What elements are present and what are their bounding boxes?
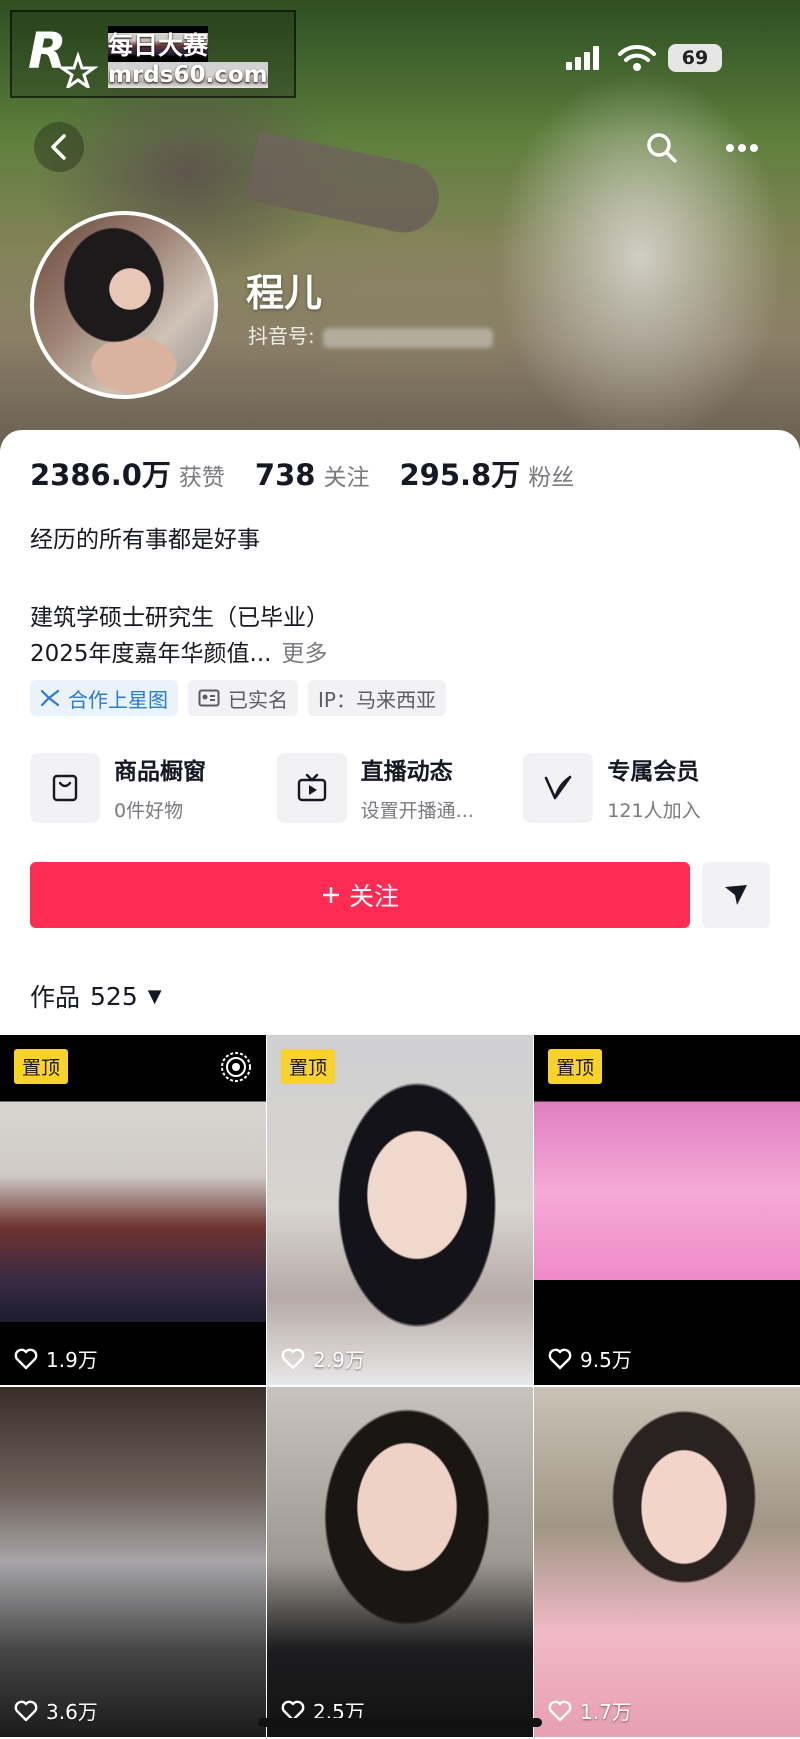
- feature-subtitle: 设置开播通...: [360, 800, 474, 822]
- watermark: R 每日大赛 mrds60.com: [10, 10, 296, 98]
- likes-count: 1.7万: [580, 1700, 632, 1724]
- stat-likes[interactable]: 2386.0万 获赞: [30, 452, 225, 494]
- likes: 1.9万: [14, 1344, 98, 1373]
- stat-value: 2386.0万: [30, 458, 171, 492]
- video-tile[interactable]: 置顶 2.9万: [267, 1035, 533, 1385]
- likes: 9.5万: [548, 1344, 632, 1373]
- video-tile[interactable]: 3.6万: [0, 1387, 266, 1737]
- tag-label: IP：马来西亚: [318, 687, 436, 712]
- stat-value: 295.8万: [399, 458, 521, 492]
- heart-outline-icon: [548, 1348, 572, 1369]
- caret-down-icon: ▼: [147, 985, 162, 1007]
- follow-label: 关注: [348, 882, 399, 911]
- stat-label: 关注: [323, 465, 370, 491]
- battery-indicator: 69: [668, 44, 722, 72]
- feature-title: 直播动态: [360, 759, 453, 785]
- tag-xingtu[interactable]: 合作上星图: [30, 680, 178, 716]
- works-tab[interactable]: 作品 525 ▼: [30, 978, 162, 1014]
- likes-count: 9.5万: [580, 1348, 632, 1372]
- plus-icon: [322, 887, 339, 903]
- pinned-badge: 置顶: [548, 1049, 603, 1084]
- more-dots-icon: [726, 144, 758, 152]
- douyin-id-label: 抖音号:: [248, 324, 315, 348]
- stats-row: 2386.0万 获赞 738 关注 295.8万 粉丝: [30, 452, 604, 494]
- bio-line-3-text: 2025年度嘉年华颜值...: [30, 641, 272, 667]
- works-count: 525: [90, 981, 138, 1011]
- feature-subtitle: 121人加入: [607, 800, 701, 822]
- shopping-bag-icon: [52, 774, 78, 801]
- feature-live[interactable]: 直播动态 设置开播通...: [276, 752, 524, 823]
- star-map-icon: [40, 689, 60, 707]
- chevron-left-icon: [51, 134, 66, 160]
- heart-outline-icon: [14, 1348, 38, 1369]
- feature-shop-window[interactable]: 商品橱窗 0件好物: [30, 752, 277, 823]
- video-tile[interactable]: 2.5万: [267, 1387, 533, 1737]
- pinned-badge: 置顶: [14, 1049, 69, 1084]
- svg-text:R: R: [28, 22, 67, 80]
- more-button[interactable]: [720, 126, 764, 170]
- likes-count: 1.9万: [46, 1348, 98, 1372]
- search-icon: [647, 133, 677, 163]
- video-grid: 置顶 1.9万 置顶 2.9万 置顶 9.5万 3.6万 2.5万 1.7万: [0, 1035, 800, 1737]
- nickname: 程儿: [246, 271, 323, 315]
- follow-button[interactable]: 关注: [30, 862, 690, 928]
- avatar[interactable]: [30, 211, 218, 399]
- member-v-icon: [545, 775, 572, 799]
- watermark-title: 每日大赛: [108, 26, 209, 62]
- search-button[interactable]: [640, 126, 684, 170]
- video-tile[interactable]: 1.7万: [534, 1387, 800, 1737]
- send-arrow-icon: [725, 885, 747, 905]
- feature-row: 商品橱窗 0件好物 直播动态 设置开播通... 专属会员 121人加入: [30, 752, 770, 823]
- bio-more-link[interactable]: 更多: [281, 641, 327, 667]
- tag-ip-location: IP：马来西亚: [308, 680, 446, 716]
- tag-label: 已实名: [228, 687, 288, 712]
- live-rings-icon: [221, 1052, 251, 1082]
- heart-outline-icon: [281, 1348, 305, 1369]
- likes: 1.7万: [548, 1696, 632, 1725]
- id-card-icon: [198, 689, 220, 707]
- likes-count: 2.9万: [313, 1348, 365, 1372]
- watermark-url: mrds60.com: [108, 62, 268, 88]
- feature-title: 商品橱窗: [114, 759, 206, 785]
- stat-label: 获赞: [178, 465, 225, 491]
- tag-row: 合作上星图 已实名 IP：马来西亚: [30, 680, 446, 716]
- tag-label: 合作上星图: [68, 687, 168, 712]
- stat-followers[interactable]: 295.8万 粉丝: [399, 452, 574, 494]
- heart-outline-icon: [14, 1700, 38, 1721]
- feature-title: 专属会员: [607, 759, 700, 785]
- signal-icon: [566, 46, 599, 70]
- works-label: 作品: [30, 983, 81, 1012]
- douyin-id: 抖音号:: [248, 320, 493, 349]
- stat-following[interactable]: 738 关注: [255, 458, 370, 492]
- stat-label: 粉丝: [528, 465, 575, 491]
- heart-outline-icon: [548, 1700, 572, 1721]
- wifi-icon: [618, 44, 656, 71]
- douyin-id-value-blurred: [322, 327, 493, 348]
- share-button[interactable]: [702, 862, 770, 928]
- video-tile[interactable]: 置顶 1.9万: [0, 1035, 266, 1385]
- home-indicator[interactable]: [258, 1718, 542, 1727]
- bio-line-1: 经历的所有事都是好事: [30, 527, 260, 553]
- watermark-logo-icon: R: [28, 22, 98, 88]
- likes: 3.6万: [14, 1696, 98, 1725]
- back-button[interactable]: [34, 122, 84, 172]
- tag-verified[interactable]: 已实名: [188, 680, 298, 716]
- profile-cover: R 每日大赛 mrds60.com 69 程儿 抖音号:: [0, 0, 800, 450]
- tv-icon: [297, 773, 326, 801]
- feature-membership[interactable]: 专属会员 121人加入: [523, 752, 770, 823]
- likes: 2.9万: [281, 1344, 365, 1373]
- pinned-badge: 置顶: [281, 1049, 336, 1084]
- likes-count: 3.6万: [46, 1700, 98, 1724]
- stat-value: 738: [254, 458, 316, 492]
- video-tile[interactable]: 置顶 9.5万: [534, 1035, 800, 1385]
- feature-subtitle: 0件好物: [114, 800, 184, 822]
- bio-line-3: 2025年度嘉年华颜值... 更多: [30, 634, 327, 668]
- bio-line-2: 建筑学硕士研究生（已毕业）: [30, 605, 329, 631]
